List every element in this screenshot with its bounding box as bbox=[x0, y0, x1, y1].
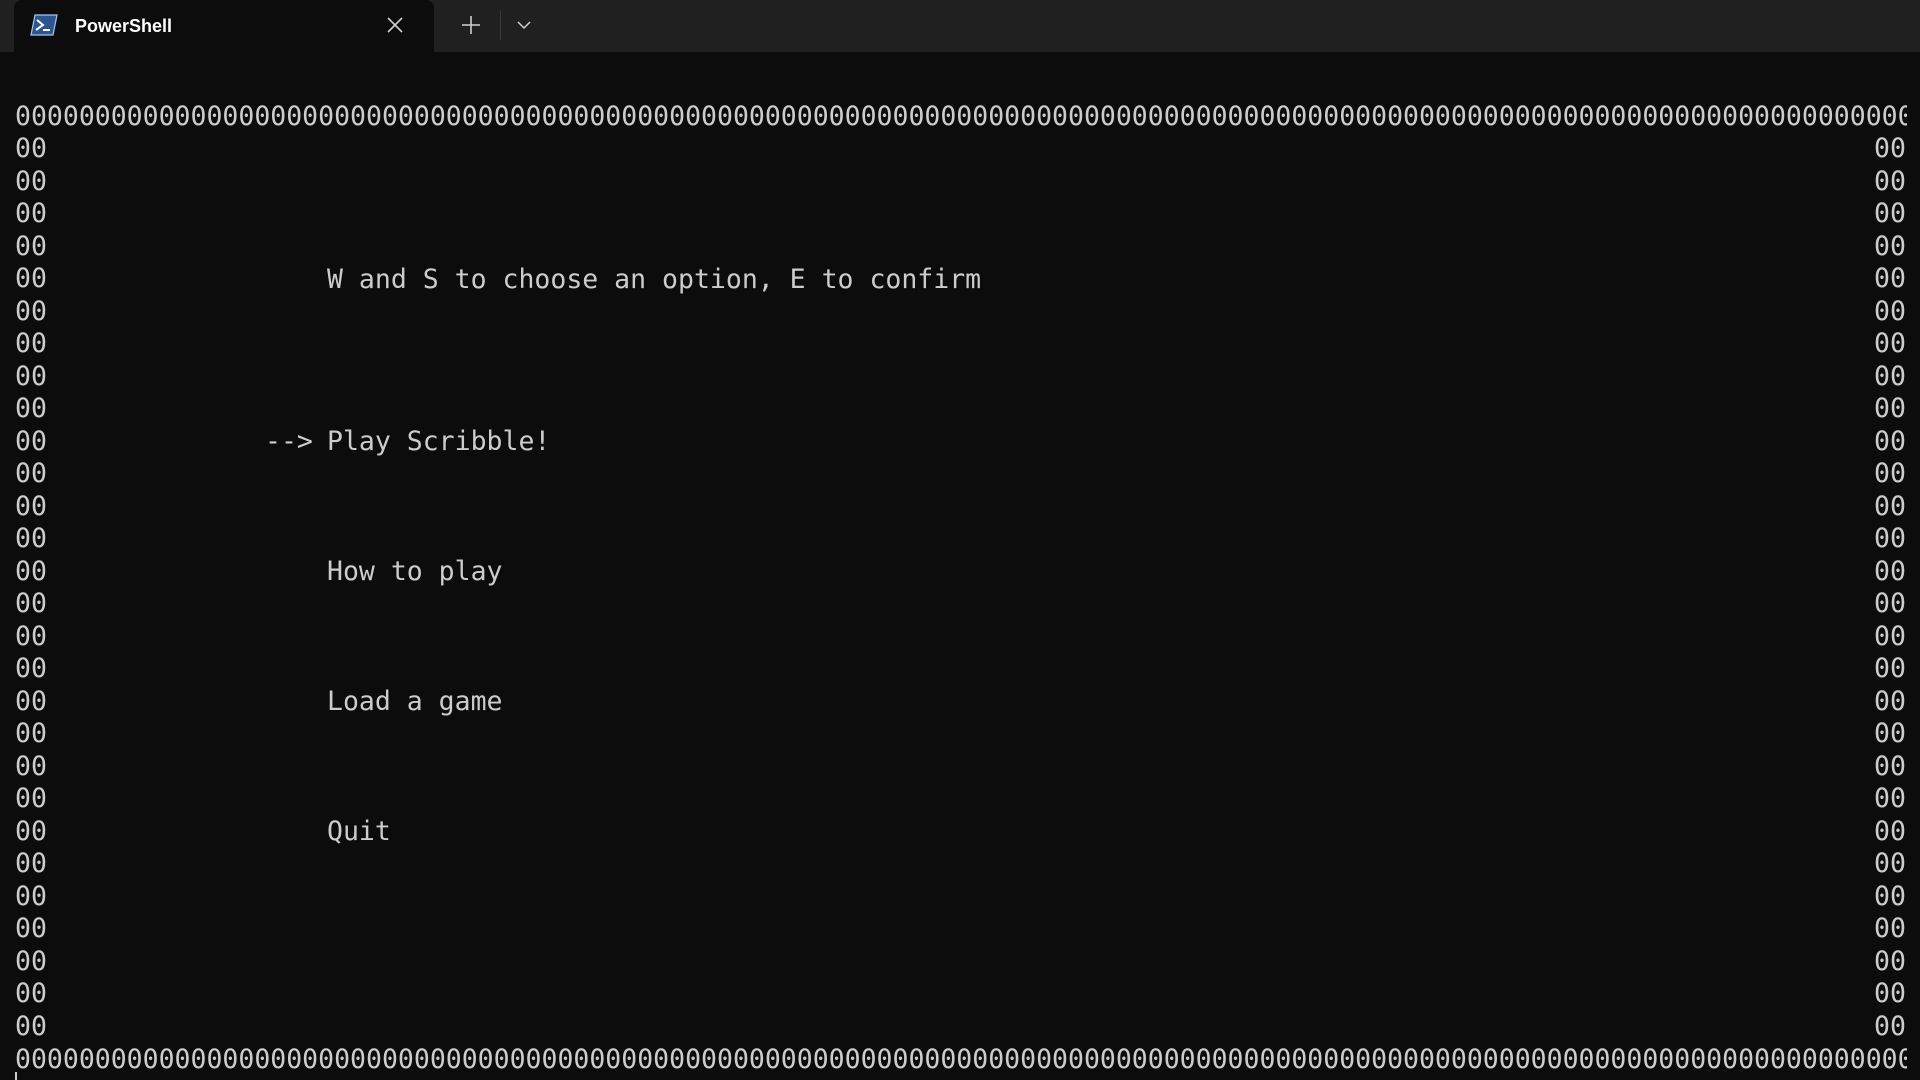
frame-right-edge: 00 bbox=[1874, 393, 1906, 424]
frame-right-edge: 00 bbox=[1874, 263, 1906, 294]
frame-left-edge: 00 bbox=[15, 328, 47, 359]
frame-left-edge: 00 bbox=[15, 816, 47, 847]
frame-left-edge: 00 bbox=[15, 523, 47, 554]
frame-right-edge: 00 bbox=[1874, 491, 1906, 522]
frame-right-edge: 00 bbox=[1874, 556, 1906, 587]
plus-icon[interactable] bbox=[455, 11, 487, 39]
frame-left-edge: 00 bbox=[15, 686, 47, 717]
powershell-icon bbox=[30, 14, 58, 36]
frame-right-edge: 00 bbox=[1874, 848, 1906, 879]
frame-right-edge: 00 bbox=[1874, 231, 1906, 262]
frame-left-edge: 00 bbox=[15, 198, 47, 229]
frame-bottom-border: 0000000000000000000000000000000000000000… bbox=[15, 1044, 1907, 1075]
menu-item-load-game: Load a game bbox=[327, 686, 503, 717]
frame-right-edge: 00 bbox=[1874, 1011, 1906, 1042]
frame-right-edge: 00 bbox=[1874, 913, 1906, 944]
tab-title: PowerShell bbox=[75, 16, 173, 36]
frame-right-edge: 00 bbox=[1874, 816, 1906, 847]
title-bar: PowerShell bbox=[0, 0, 1920, 52]
frame-left-edge: 00 bbox=[15, 231, 47, 262]
frame-left-edge: 00 bbox=[15, 978, 47, 1009]
frame-left-edge: 00 bbox=[15, 621, 47, 652]
menu-item-how-to-play: How to play bbox=[327, 556, 503, 587]
frame-left-edge: 00 bbox=[15, 361, 47, 392]
close-icon[interactable] bbox=[383, 13, 407, 37]
frame-left-edge: 00 bbox=[15, 946, 47, 977]
frame-right-edge: 00 bbox=[1874, 133, 1906, 164]
instructions-text: W and S to choose an option, E to confir… bbox=[327, 264, 982, 295]
frame-left-edge: 00 bbox=[15, 718, 47, 749]
tab-powershell[interactable]: PowerShell bbox=[14, 0, 434, 52]
selection-arrow: --> bbox=[265, 426, 313, 457]
frame-right-edge: 00 bbox=[1874, 458, 1906, 489]
frame-right-edge: 00 bbox=[1874, 198, 1906, 229]
frame-right-edge: 00 bbox=[1874, 328, 1906, 359]
frame-right-edge: 00 bbox=[1874, 751, 1906, 782]
frame-right-edge: 00 bbox=[1874, 296, 1906, 327]
frame-right-edge: 00 bbox=[1874, 946, 1906, 977]
frame-left-edge: 00 bbox=[15, 133, 47, 164]
frame-top-border: 0000000000000000000000000000000000000000… bbox=[15, 101, 1907, 132]
text-cursor bbox=[15, 1072, 17, 1080]
frame-left-edge: 00 bbox=[15, 751, 47, 782]
frame-right-edge: 00 bbox=[1874, 523, 1906, 554]
menu-item-play: Play Scribble! bbox=[327, 426, 551, 457]
frame-right-edge: 00 bbox=[1874, 166, 1906, 197]
frame-left-edge: 00 bbox=[15, 166, 47, 197]
menu-item-quit: Quit bbox=[327, 816, 391, 847]
frame-right-edge: 00 bbox=[1874, 361, 1906, 392]
frame-left-edge: 00 bbox=[15, 881, 47, 912]
frame-left-edge: 00 bbox=[15, 1011, 47, 1042]
frame-left-edge: 00 bbox=[15, 491, 47, 522]
frame-left-edge: 00 bbox=[15, 556, 47, 587]
frame-left-edge: 00 bbox=[15, 263, 47, 294]
frame-right-edge: 00 bbox=[1874, 653, 1906, 684]
frame-right-edge: 00 bbox=[1874, 621, 1906, 652]
frame-left-edge: 00 bbox=[15, 653, 47, 684]
frame-right-edge: 00 bbox=[1874, 881, 1906, 912]
frame-right-edge: 00 bbox=[1874, 686, 1906, 717]
frame-right-edge: 00 bbox=[1874, 426, 1906, 457]
frame-left-edge: 00 bbox=[15, 458, 47, 489]
frame-left-edge: 00 bbox=[15, 393, 47, 424]
frame-left-edge: 00 bbox=[15, 848, 47, 879]
frame-right-edge: 00 bbox=[1874, 978, 1906, 1009]
frame-left-edge: 00 bbox=[15, 426, 47, 457]
frame-left-edge: 00 bbox=[15, 296, 47, 327]
terminal-output[interactable]: 00 00 00 00 00 00 00 00 00 00 00 00 00 00 00 00 00 00 00 00… bbox=[0, 52, 1920, 1080]
frame-right-edge: 00 bbox=[1874, 718, 1906, 749]
frame-right-edge: 00 bbox=[1874, 783, 1906, 814]
frame-left-edge: 00 bbox=[15, 588, 47, 619]
frame-left-edge: 00 bbox=[15, 783, 47, 814]
frame-left-edge: 00 bbox=[15, 913, 47, 944]
chevron-down-icon[interactable] bbox=[508, 11, 540, 39]
frame-right-edge: 00 bbox=[1874, 588, 1906, 619]
tab-divider bbox=[500, 10, 501, 40]
